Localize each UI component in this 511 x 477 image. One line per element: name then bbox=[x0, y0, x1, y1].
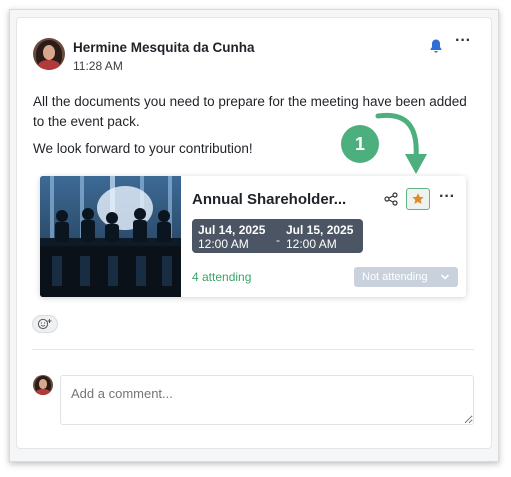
rsvp-label: Not attending bbox=[362, 271, 428, 283]
event-image bbox=[40, 176, 181, 297]
start-time: 12:00 AM bbox=[198, 237, 249, 251]
end-time: 12:00 AM bbox=[286, 237, 337, 251]
emoji-add-icon bbox=[37, 318, 52, 330]
event-more-icon[interactable]: ··· bbox=[439, 189, 455, 205]
star-icon bbox=[412, 193, 424, 204]
share-icon[interactable] bbox=[384, 192, 398, 206]
author-avatar[interactable] bbox=[33, 38, 65, 70]
favorite-button[interactable] bbox=[406, 188, 430, 210]
author-name[interactable]: Hermine Mesquita da Cunha bbox=[73, 40, 255, 55]
comment-divider bbox=[32, 349, 474, 350]
rsvp-dropdown[interactable]: Not attending bbox=[354, 267, 458, 287]
event-title[interactable]: Annual Shareholder... bbox=[192, 191, 346, 208]
annotation-arrow-icon bbox=[375, 112, 427, 174]
comment-input[interactable] bbox=[60, 375, 474, 425]
event-card[interactable]: Annual Shareholder... ··· Jul 14, 2025 1… bbox=[40, 176, 466, 297]
start-date: Jul 14, 2025 bbox=[198, 223, 266, 237]
post-timestamp: 11:28 AM bbox=[73, 59, 123, 73]
bell-icon[interactable] bbox=[428, 38, 444, 54]
current-user-avatar bbox=[33, 375, 53, 395]
attending-count-link[interactable]: 4 attending bbox=[192, 270, 251, 284]
add-reaction-button[interactable] bbox=[32, 315, 58, 333]
date-separator: - bbox=[276, 233, 280, 247]
end-date: Jul 15, 2025 bbox=[286, 223, 354, 237]
chevron-down-icon bbox=[440, 267, 450, 294]
post-more-icon[interactable]: ··· bbox=[455, 33, 471, 49]
event-date-range: Jul 14, 2025 12:00 AM - Jul 15, 2025 12:… bbox=[192, 219, 363, 253]
